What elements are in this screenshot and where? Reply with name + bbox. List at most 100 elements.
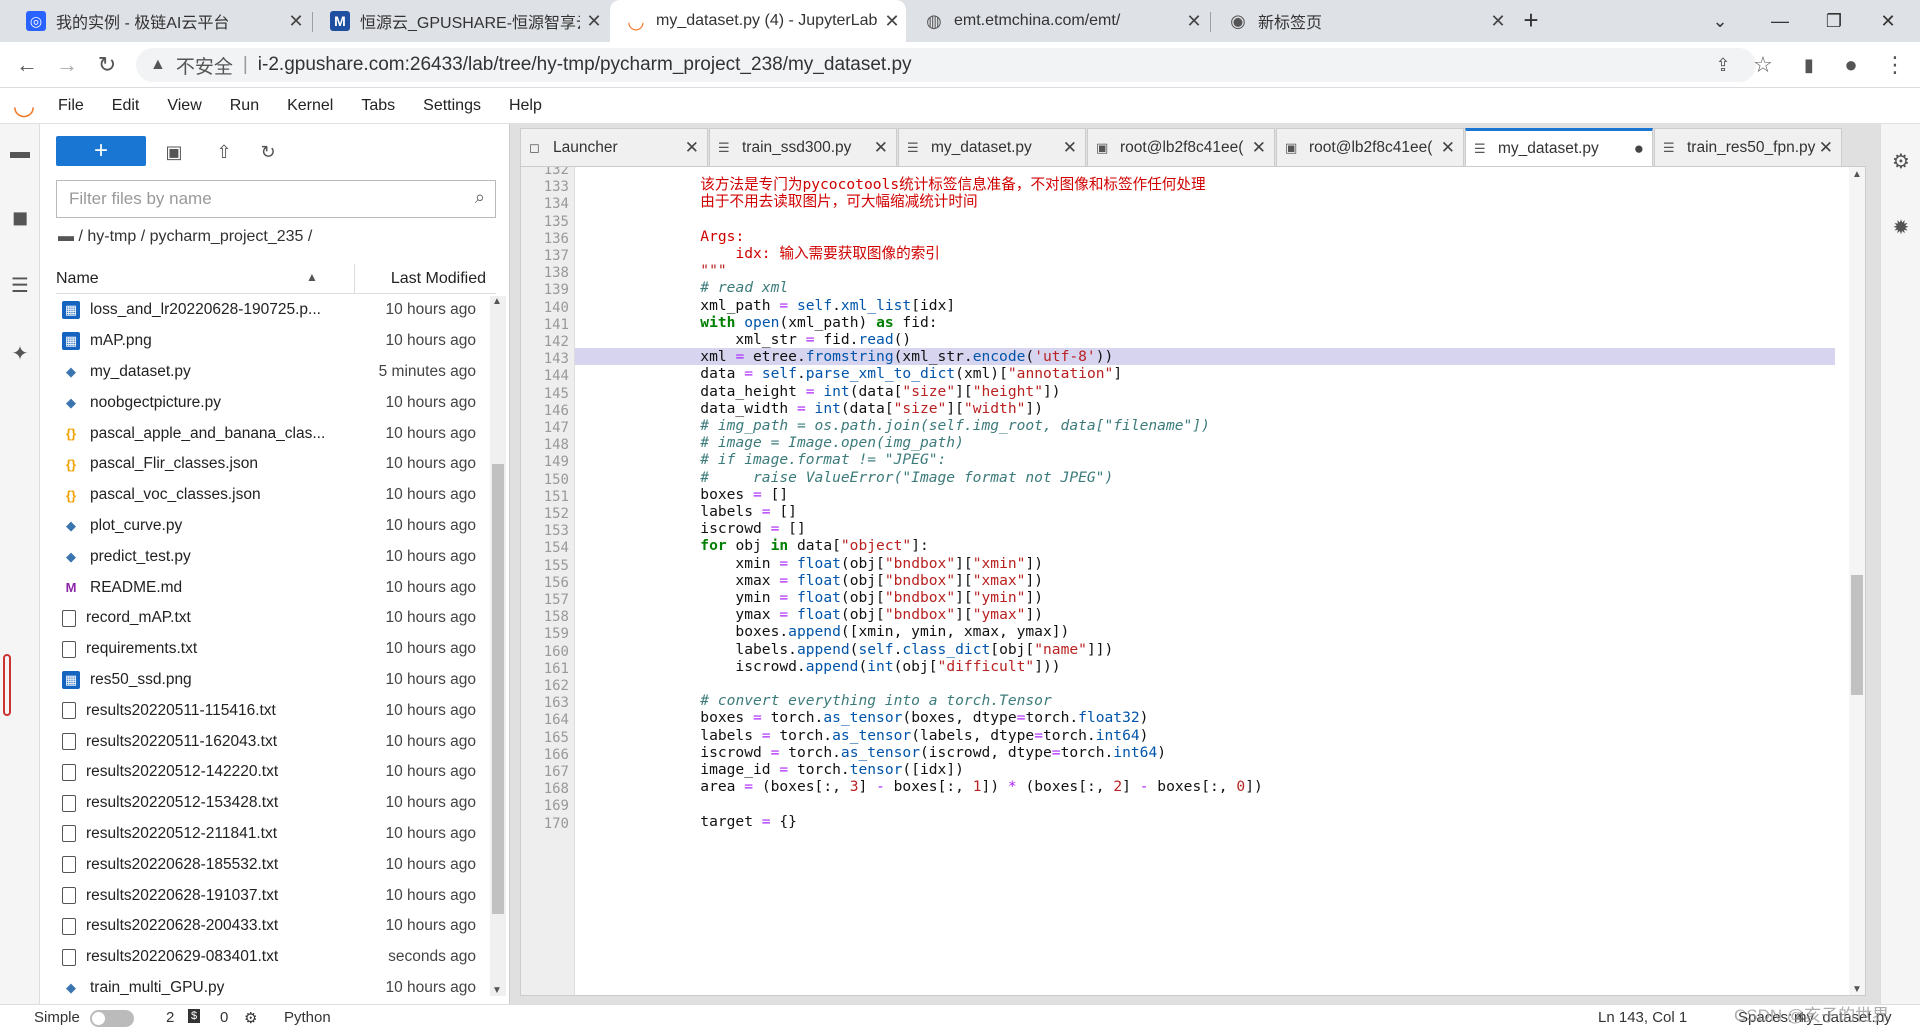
code-line[interactable]: 由于不用去读取图片，可大幅缩减统计时间 — [575, 193, 1835, 210]
code-line[interactable]: boxes = torch.as_tensor(boxes, dtype=tor… — [575, 709, 1835, 726]
code-line[interactable]: with open(xml_path) as fid: — [575, 314, 1835, 331]
maximize-icon[interactable]: ❐ — [1814, 6, 1854, 36]
menu-file[interactable]: File — [58, 97, 84, 115]
code-line[interactable]: for obj in data["object"]: — [575, 537, 1835, 554]
file-row[interactable]: ◆ my_dataset.py 5 minutes ago — [56, 357, 496, 388]
reload-icon[interactable]: ↻ — [92, 50, 122, 80]
file-row[interactable]: results20220511-162043.txt 10 hours ago — [56, 726, 496, 757]
code-line[interactable]: # image = Image.open(img_path) — [575, 434, 1835, 451]
breadcrumb-path[interactable]: / hy-tmp / pycharm_project_235 / — [78, 228, 312, 245]
code-line[interactable]: # read xml — [575, 279, 1835, 296]
file-row[interactable]: M README.md 10 hours ago — [56, 572, 496, 603]
refresh-icon[interactable]: ↻ — [254, 138, 282, 166]
file-row[interactable]: {} pascal_apple_and_banana_clas... 10 hour… — [56, 418, 496, 449]
file-row[interactable]: results20220628-191037.txt 10 hours ago — [56, 880, 496, 911]
editor-tab[interactable]: ☰ my_dataset.py ● — [1465, 128, 1653, 166]
file-row[interactable]: results20220628-200433.txt 10 hours ago — [56, 911, 496, 942]
menu-kernel[interactable]: Kernel — [287, 97, 333, 115]
file-row[interactable]: ◆ train_multi_GPU.py 10 hours ago — [56, 973, 496, 1001]
code-line[interactable] — [575, 211, 1835, 228]
editor-tab[interactable]: ▣ root@lb2f8c41ee(✕ — [1087, 128, 1275, 166]
editor-tab[interactable]: ☰ train_res50_fpn.py ✕ — [1654, 128, 1842, 166]
forward-icon[interactable]: → — [52, 50, 82, 80]
file-row[interactable]: results20220512-211841.txt 10 hours ago — [56, 819, 496, 850]
browser-tab-1[interactable]: ◎ 我的实例 - 极链AI云平台 ✕ — [10, 0, 310, 42]
browser-tab-5[interactable]: ◉ 新标签页 ✕ — [1212, 0, 1512, 42]
code-line[interactable]: labels = torch.as_tensor(labels, dtype=t… — [575, 727, 1835, 744]
new-folder-icon[interactable]: ▣ — [160, 138, 188, 166]
editor-scrollbar[interactable]: ▲ ▼ — [1849, 167, 1865, 995]
close-tab-icon[interactable]: ✕ — [1819, 138, 1833, 158]
close-tab-icon[interactable]: ✕ — [878, 11, 906, 32]
breadcrumb[interactable]: ▬ / hy-tmp / pycharm_project_235 / — [58, 228, 312, 246]
file-row[interactable]: ▦ mAP.png 10 hours ago — [56, 326, 496, 357]
code-line[interactable]: data = self.parse_xml_to_dict(xml)["anno… — [575, 365, 1835, 382]
code-line[interactable]: boxes.append([xmin, ymin, xmax, ymax]) — [575, 623, 1835, 640]
side-panel-icon[interactable]: ▮ — [1794, 50, 1824, 80]
file-list-scrollbar[interactable]: ▲ ▼ — [490, 296, 506, 996]
file-row[interactable]: {} pascal_Flir_classes.json 10 hours ago — [56, 449, 496, 480]
close-tab-icon[interactable]: ✕ — [1180, 11, 1208, 32]
code-line[interactable] — [575, 675, 1835, 692]
code-line[interactable]: iscrowd = torch.as_tensor(iscrowd, dtype… — [575, 744, 1835, 761]
back-icon[interactable]: ← — [12, 50, 42, 80]
code-line[interactable]: area = (boxes[:, 3] - boxes[:, 1]) * (bo… — [575, 778, 1835, 795]
code-line[interactable]: iscrowd = [] — [575, 520, 1835, 537]
code-line[interactable]: idx: 输入需要获取图像的索引 — [575, 245, 1835, 262]
code-line[interactable]: xml = etree.fromstring(xml_str.encode('u… — [575, 348, 1835, 366]
close-tab-icon[interactable]: ✕ — [1484, 11, 1512, 32]
close-tab-icon[interactable]: ✕ — [685, 138, 699, 158]
bookmark-star-icon[interactable]: ☆ — [1748, 50, 1778, 80]
profile-avatar-icon[interactable]: ● — [1836, 50, 1866, 80]
scrollbar-thumb[interactable] — [492, 464, 504, 914]
cursor-position[interactable]: Ln 143, Col 1 — [1598, 1009, 1687, 1026]
new-launcher-button[interactable]: + — [56, 136, 146, 166]
code-line[interactable]: """ — [575, 167, 1835, 176]
running-kernels-icon[interactable]: ◼ — [6, 204, 34, 232]
column-last-modified[interactable]: Last Modified — [391, 270, 486, 288]
code-line[interactable]: Args: — [575, 228, 1835, 245]
upload-icon[interactable]: ⇧ — [210, 138, 238, 166]
code-line[interactable]: # if image.format != "JPEG": — [575, 451, 1835, 468]
code-line[interactable]: data_height = int(data["size"]["height"]… — [575, 383, 1835, 400]
code-line[interactable]: # raise ValueError("Image format not JPE… — [575, 469, 1835, 486]
code-line[interactable]: image_id = torch.tensor([idx]) — [575, 761, 1835, 778]
code-line[interactable]: labels.append(self.class_dict[obj["name"… — [575, 641, 1835, 658]
code-line[interactable]: boxes = [] — [575, 486, 1835, 503]
extensions-icon[interactable]: ✦ — [6, 340, 34, 368]
code-editor[interactable]: 132 133 134 135 136 137 138 139 140 141 142 143 144 1… — [520, 166, 1866, 996]
simple-mode-toggle[interactable] — [90, 1010, 134, 1027]
unsaved-indicator[interactable]: ● — [1634, 139, 1644, 159]
file-row[interactable]: results20220628-185532.txt 10 hours ago — [56, 849, 496, 880]
code-line[interactable]: xmax = float(obj["bndbox"]["xmax"]) — [575, 572, 1835, 589]
new-tab-button[interactable]: + — [1516, 6, 1546, 36]
code-line[interactable]: """ — [575, 262, 1835, 279]
close-tab-icon[interactable]: ✕ — [1252, 138, 1266, 158]
browser-tab-4[interactable]: ◍ emt.etmchina.com/emt/ ✕ — [908, 0, 1208, 42]
column-name[interactable]: Name — [56, 270, 99, 288]
file-row[interactable]: results20220629-083401.txt seconds ago — [56, 942, 496, 973]
close-tab-icon[interactable]: ✕ — [1441, 138, 1455, 158]
browser-menu-icon[interactable]: ⋮ — [1880, 50, 1910, 80]
close-tab-icon[interactable]: ✕ — [282, 11, 310, 32]
code-line[interactable]: ymin = float(obj["bndbox"]["ymin"]) — [575, 589, 1835, 606]
kernel-count[interactable]: 0 — [220, 1009, 228, 1026]
folder-icon[interactable]: ▬ — [6, 138, 34, 166]
tab-search-icon[interactable]: ⌄ — [1700, 6, 1740, 36]
code-line[interactable]: labels = [] — [575, 503, 1835, 520]
close-tab-icon[interactable]: ✕ — [580, 11, 608, 32]
file-row[interactable]: ◆ predict_test.py 10 hours ago — [56, 541, 496, 572]
file-row[interactable]: ◆ noobgectpicture.py 10 hours ago — [56, 387, 496, 418]
debugger-icon[interactable]: ✹ — [1887, 214, 1915, 242]
browser-tab-2[interactable]: M 恒源云_GPUSHARE-恒源智享云 ✕ — [314, 0, 608, 42]
scrollbar-thumb[interactable] — [1851, 575, 1863, 695]
file-row[interactable]: ◆ plot_curve.py 10 hours ago — [56, 511, 496, 542]
close-tab-icon[interactable]: ✕ — [1063, 138, 1077, 158]
terminal-count[interactable]: 2 — [166, 1009, 174, 1026]
code-line[interactable]: 该方法是专门为pycocotools统计标签信息准备，不对图像和标签作任何处理 — [575, 176, 1835, 193]
address-bar[interactable]: ▲ 不安全 | i-2.gpushare.com:26433/lab/tree/… — [136, 48, 1756, 82]
table-of-contents-icon[interactable]: ☰ — [6, 272, 34, 300]
code-line[interactable]: xml_path = self.xml_list[idx] — [575, 297, 1835, 314]
minimize-icon[interactable]: — — [1760, 6, 1800, 36]
code-line[interactable]: # img_path = os.path.join(self.img_root,… — [575, 417, 1835, 434]
